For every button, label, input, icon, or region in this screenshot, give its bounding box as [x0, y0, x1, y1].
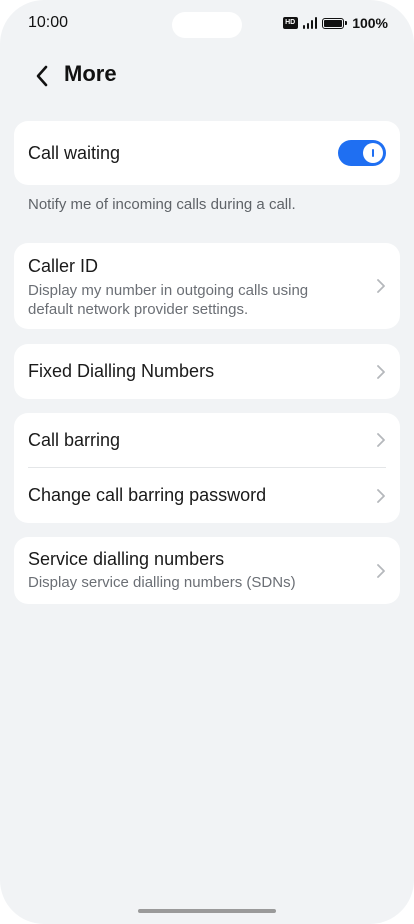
status-time: 10:00 [28, 14, 69, 31]
change-barring-password-row[interactable]: Change call barring password [14, 468, 400, 523]
chevron-right-icon [377, 279, 385, 293]
caller-id-title: Caller ID [28, 256, 99, 276]
chevron-right-icon [377, 364, 385, 379]
fixed-dialling-row[interactable]: Fixed Dialling Numbers [14, 344, 400, 399]
fixed-dialling-title: Fixed Dialling Numbers [28, 361, 215, 381]
chevron-right-icon [377, 488, 385, 503]
service-dialling-card: Service dialling numbers Display service… [14, 537, 400, 604]
call-barring-title: Call barring [28, 430, 121, 450]
call-waiting-label: Call waiting [28, 143, 121, 163]
home-indicator[interactable] [138, 909, 276, 913]
toggle-knob [363, 143, 383, 163]
fixed-dialling-card: Fixed Dialling Numbers [14, 344, 400, 399]
call-waiting-row[interactable]: Call waiting [14, 121, 400, 185]
change-barring-password-title: Change call barring password [28, 485, 267, 505]
battery-percent: 100% [352, 15, 388, 31]
status-indicators: HD 100% [282, 15, 388, 31]
call-barring-row[interactable]: Call barring [14, 413, 400, 467]
camera-cutout [172, 12, 242, 38]
call-waiting-toggle[interactable] [338, 140, 386, 166]
caller-id-card: Caller ID Display my number in outgoing … [14, 243, 400, 329]
call-waiting-description: Notify me of incoming calls during a cal… [28, 196, 296, 213]
service-dialling-row[interactable]: Service dialling numbers Display service… [14, 537, 400, 604]
service-dialling-title: Service dialling numbers [28, 549, 225, 569]
phone-screen: 10:00 HD 100% More Call waiting Notify m… [0, 0, 414, 924]
header: More [0, 56, 414, 96]
chevron-right-icon [377, 563, 385, 578]
call-waiting-card: Call waiting [14, 121, 400, 185]
signal-icon [302, 17, 318, 29]
service-dialling-subtitle: Display service dialling numbers (SDNs) [28, 574, 296, 591]
caller-id-row[interactable]: Caller ID Display my number in outgoing … [14, 243, 400, 329]
chevron-left-icon [36, 65, 48, 87]
back-button[interactable] [28, 62, 56, 90]
hd-icon: HD [282, 17, 298, 29]
page-title: More [64, 61, 117, 86]
battery-icon [322, 17, 348, 29]
chevron-right-icon [377, 433, 385, 447]
call-barring-card: Call barring Change call barring passwor… [14, 413, 400, 523]
toggle-on-mark [372, 149, 374, 157]
caller-id-subtitle: Display my number in outgoing calls usin… [28, 282, 309, 318]
status-bar: 10:00 HD 100% [0, 0, 414, 50]
